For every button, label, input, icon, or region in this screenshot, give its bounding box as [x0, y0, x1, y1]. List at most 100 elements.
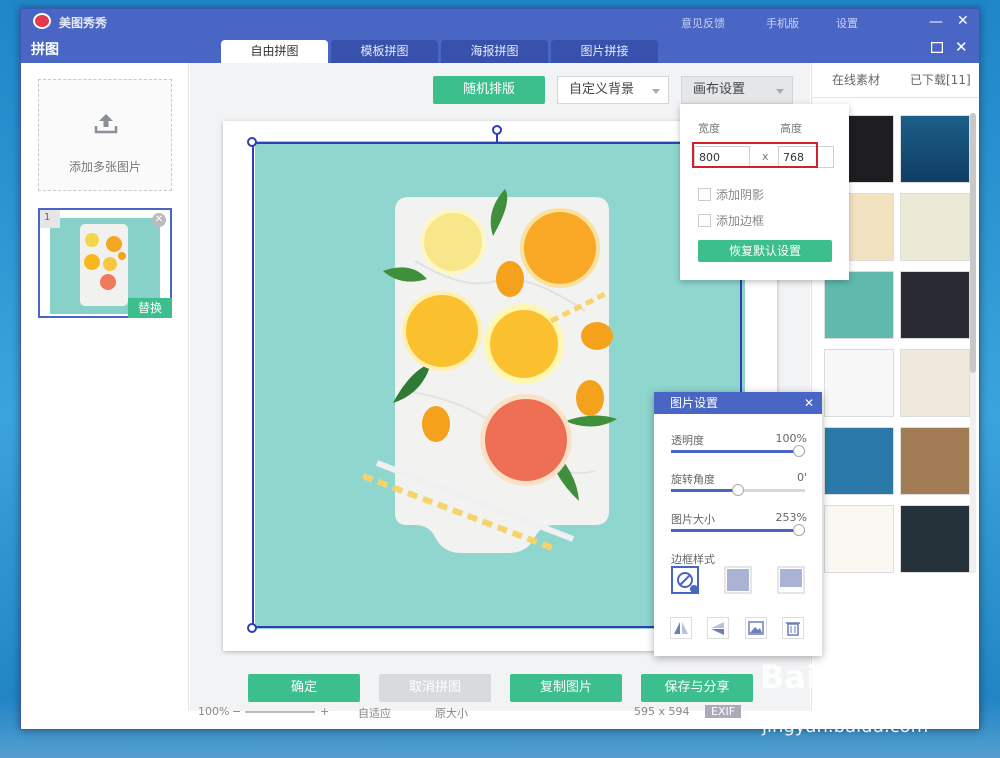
size-track[interactable] [671, 524, 805, 536]
material-item[interactable] [900, 427, 970, 495]
add-shadow-checkbox[interactable]: 添加阴影 [698, 186, 764, 203]
rotation-track-fill [671, 489, 738, 492]
title-bar: 拼图 自由拼图 模板拼图 海报拼图 图片拼接 ✕ [21, 33, 979, 64]
flip-horizontal-icon[interactable] [670, 617, 692, 639]
zoom-out-button[interactable]: − [232, 705, 241, 718]
tab-poster-collage[interactable]: 海报拼图 [441, 40, 548, 64]
material-item[interactable] [900, 115, 970, 183]
image-settings-title: 图片设置 [670, 396, 719, 410]
baidu-watermark-url: jingyan.baidu.com [762, 716, 929, 737]
chevron-down-icon [652, 89, 660, 94]
original-size-button[interactable]: 原大小 [435, 705, 468, 721]
set-background-icon[interactable] [745, 617, 767, 639]
baidu-watermark: Bai du 经验 [760, 658, 949, 696]
size-label: 图片大小 [671, 513, 715, 526]
close-icon[interactable]: ✕ [804, 392, 814, 414]
close-icon[interactable]: ✕ [955, 40, 968, 55]
border-style-thin-icon[interactable] [724, 566, 752, 594]
copy-image-button[interactable]: 复制图片 [510, 674, 622, 702]
fit-button[interactable]: 自适应 [358, 705, 391, 721]
image-settings-header: 图片设置 ✕ [654, 392, 822, 414]
zoom-level: 100% [198, 705, 230, 718]
zoom-slider[interactable] [245, 711, 315, 713]
add-images-label: 添加多张图片 [68, 160, 141, 174]
size-knob[interactable] [793, 524, 805, 536]
rotation-slider[interactable]: 旋转角度 0' [671, 471, 807, 496]
zoom-in-button[interactable]: + [320, 705, 329, 718]
add-images-button[interactable]: 添加多张图片 [38, 79, 172, 191]
opacity-value: 100% [775, 432, 807, 445]
cancel-collage-button[interactable]: 取消拼图 [379, 674, 491, 702]
material-scrollbar[interactable] [970, 113, 976, 573]
material-item[interactable] [900, 193, 970, 261]
tab-free-collage[interactable]: 自由拼图 [221, 40, 328, 64]
add-shadow-label: 添加阴影 [716, 188, 765, 202]
upload-icon [94, 114, 118, 134]
size-value: 253% [775, 511, 807, 524]
material-item[interactable] [824, 427, 894, 495]
feedback-link[interactable]: 意见反馈 [681, 15, 725, 31]
tab-downloaded[interactable]: 已下载[11] [910, 71, 971, 88]
border-style-shadow-icon[interactable] [777, 566, 805, 594]
custom-background-dropdown[interactable]: 自定义背景 [557, 76, 669, 104]
canvas-settings-popup: 宽度 高度 x 添加阴影 添加边框 恢复默认设置 [680, 104, 849, 280]
remove-thumbnail-icon[interactable]: ✕ [152, 213, 166, 227]
material-item[interactable] [900, 505, 970, 573]
opacity-label: 透明度 [671, 434, 704, 447]
left-panel: 添加多张图片 1 ✕ 替换 [21, 63, 189, 711]
maximize-icon[interactable] [930, 41, 944, 56]
status-bar: 100% − + 自适应 原大小 595 x 594 EXIF [190, 705, 810, 721]
checkbox-icon [698, 214, 711, 227]
custom-background-label: 自定义背景 [569, 82, 635, 97]
rotate-handle-stem [496, 133, 498, 144]
app-close-icon[interactable]: ✕ [957, 14, 969, 28]
tab-template-collage[interactable]: 模板拼图 [331, 40, 438, 64]
delete-icon[interactable] [782, 617, 804, 639]
exif-button[interactable]: EXIF [705, 705, 742, 718]
settings-link[interactable]: 设置 [836, 15, 858, 31]
opacity-track[interactable] [671, 445, 805, 457]
add-border-checkbox[interactable]: 添加边框 [698, 212, 764, 229]
puzzle-window: 美图秀秀 意见反馈 手机版 设置 — ✕ 拼图 自由拼图 模板拼图 海报拼图 图… [20, 8, 980, 730]
no-border-icon[interactable] [671, 566, 699, 594]
opacity-slider[interactable]: 透明度 100% [671, 432, 807, 457]
material-item[interactable] [824, 271, 894, 339]
replace-button[interactable]: 替换 [128, 298, 172, 318]
resize-handle-bottom-left[interactable] [247, 623, 257, 633]
mobile-link[interactable]: 手机版 [766, 15, 799, 31]
image-dimensions: 595 x 594 [634, 705, 690, 718]
app-minimize-icon[interactable]: — [929, 15, 943, 29]
tab-image-stitch[interactable]: 图片拼接 [551, 40, 658, 64]
save-share-button[interactable]: 保存与分享 [641, 674, 753, 702]
chevron-down-icon [776, 89, 784, 94]
window-title: 拼图 [31, 42, 59, 58]
scrollbar-thumb[interactable] [970, 113, 976, 373]
random-layout-button[interactable]: 随机排版 [433, 76, 545, 104]
rotation-track[interactable] [671, 484, 805, 496]
checkbox-icon [698, 188, 711, 201]
material-item[interactable] [824, 505, 894, 573]
material-item[interactable] [900, 349, 970, 417]
resize-handle-top-left[interactable] [247, 137, 257, 147]
canvas-settings-label: 画布设置 [693, 82, 746, 97]
tab-divider [812, 97, 979, 98]
opacity-knob[interactable] [793, 445, 805, 457]
size-slider[interactable]: 图片大小 253% [671, 511, 807, 536]
image-settings-panel: 图片设置 ✕ 透明度 100% 旋转角度 0' 图片大小 253% 边框样式 [654, 392, 822, 656]
image-thumbnail[interactable]: 1 ✕ 替换 [38, 208, 172, 318]
flip-vertical-icon[interactable] [707, 617, 729, 639]
reset-defaults-button[interactable]: 恢复默认设置 [698, 240, 832, 262]
canvas-settings-dropdown[interactable]: 画布设置 [681, 76, 793, 104]
app-strip: 美图秀秀 意见反馈 手机版 设置 — ✕ [21, 9, 979, 33]
confirm-button[interactable]: 确定 [248, 674, 360, 702]
rotation-knob[interactable] [732, 484, 744, 496]
border-style-label: 边框样式 [671, 553, 715, 566]
app-name: 美图秀秀 [59, 16, 108, 30]
thumbnail-index: 1 [40, 210, 60, 228]
rotation-value: 0' [796, 471, 807, 484]
add-border-label: 添加边框 [716, 214, 765, 228]
material-item[interactable] [824, 349, 894, 417]
highlight-box [692, 142, 818, 168]
tab-online-materials[interactable]: 在线素材 [832, 71, 880, 88]
material-item[interactable] [900, 271, 970, 339]
